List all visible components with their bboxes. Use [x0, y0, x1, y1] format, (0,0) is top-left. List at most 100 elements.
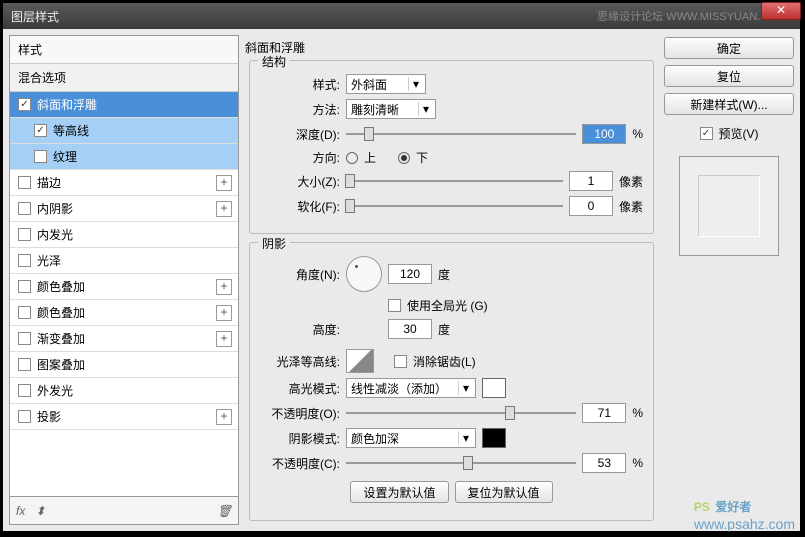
- fx-icon[interactable]: fx: [16, 504, 25, 518]
- styles-header[interactable]: 样式: [10, 36, 238, 64]
- soften-unit: 像素: [619, 198, 643, 215]
- style-label: 颜色叠加: [37, 278, 85, 295]
- depth-slider[interactable]: [346, 126, 576, 142]
- method-select[interactable]: 雕刻清晰: [346, 99, 436, 119]
- style-checkbox[interactable]: [18, 202, 31, 215]
- style-select[interactable]: 外斜面: [346, 74, 426, 94]
- direction-down-radio[interactable]: [398, 152, 410, 164]
- style-item-5[interactable]: 内发光: [10, 222, 238, 248]
- style-item-4[interactable]: 内阴影 +: [10, 196, 238, 222]
- preview-checkbox[interactable]: [700, 127, 713, 140]
- altitude-unit: 度: [438, 321, 450, 338]
- make-default-button[interactable]: 设置为默认值: [350, 481, 448, 503]
- blend-options-header[interactable]: 混合选项: [10, 64, 238, 92]
- titlebar: 图层样式 思缘设计论坛 WWW.MISSYUAN.COM ✕: [3, 3, 800, 29]
- style-item-9[interactable]: 渐变叠加+: [10, 326, 238, 352]
- arrows-icon[interactable]: ⬍: [35, 504, 45, 518]
- style-checkbox[interactable]: [18, 280, 31, 293]
- size-input[interactable]: 1: [569, 171, 613, 191]
- method-label: 方法:: [260, 101, 340, 118]
- trash-icon[interactable]: 🗑: [217, 504, 232, 518]
- soften-label: 软化(F):: [260, 198, 340, 215]
- direction-up-radio[interactable]: [346, 152, 358, 164]
- style-label: 纹理: [53, 148, 77, 165]
- antialias-checkbox[interactable]: [394, 355, 407, 368]
- style-item-12[interactable]: 投影 +: [10, 404, 238, 430]
- style-label: 内发光: [37, 226, 73, 243]
- highlight-color-swatch[interactable]: [482, 378, 506, 398]
- size-slider[interactable]: [346, 173, 563, 189]
- global-light-label: 使用全局光 (G): [407, 297, 488, 314]
- section-title: 斜面和浮雕: [245, 39, 654, 56]
- add-instance-button[interactable]: +: [216, 279, 232, 295]
- style-checkbox[interactable]: [18, 306, 31, 319]
- style-item-10[interactable]: 图案叠加: [10, 352, 238, 378]
- soften-slider[interactable]: [346, 198, 563, 214]
- add-instance-button[interactable]: +: [216, 201, 232, 217]
- global-light-checkbox[interactable]: [388, 299, 401, 312]
- cancel-button[interactable]: 复位: [664, 65, 794, 87]
- reset-default-button[interactable]: 复位为默认值: [455, 481, 553, 503]
- add-instance-button[interactable]: +: [216, 175, 232, 191]
- style-checkbox[interactable]: [18, 384, 31, 397]
- ok-button[interactable]: 确定: [664, 37, 794, 59]
- style-checkbox[interactable]: [18, 254, 31, 267]
- angle-control[interactable]: [346, 256, 382, 292]
- shadow-color-swatch[interactable]: [482, 428, 506, 448]
- add-instance-button[interactable]: +: [216, 331, 232, 347]
- style-label: 投影: [37, 408, 61, 425]
- highlight-mode-select[interactable]: 线性减淡（添加）: [346, 378, 476, 398]
- shadow-opacity-input[interactable]: 53: [582, 453, 626, 473]
- style-item-11[interactable]: 外发光: [10, 378, 238, 404]
- style-checkbox[interactable]: [18, 228, 31, 241]
- style-checkbox[interactable]: [18, 358, 31, 371]
- soften-input[interactable]: 0: [569, 196, 613, 216]
- percent-unit-2: %: [632, 456, 643, 470]
- shadow-opacity-label: 不透明度(C):: [260, 455, 340, 472]
- style-label: 斜面和浮雕: [37, 96, 97, 113]
- gloss-contour[interactable]: [346, 349, 374, 373]
- style-label: 样式:: [260, 76, 340, 93]
- altitude-input[interactable]: 30: [388, 319, 432, 339]
- size-unit: 像素: [619, 173, 643, 190]
- style-item-2[interactable]: 纹理: [10, 144, 238, 170]
- up-label: 上: [364, 149, 376, 166]
- style-checkbox[interactable]: [18, 98, 31, 111]
- add-instance-button[interactable]: +: [216, 409, 232, 425]
- close-button[interactable]: ✕: [761, 2, 801, 20]
- highlight-opacity-input[interactable]: 71: [582, 403, 626, 423]
- style-item-3[interactable]: 描边 +: [10, 170, 238, 196]
- depth-unit: %: [632, 127, 643, 141]
- styles-list: 样式 混合选项 斜面和浮雕等高线纹理描边 + 内阴影 + 内发光光泽颜色叠加 + 颜色叠加 +…: [9, 35, 239, 497]
- angle-input[interactable]: 120: [388, 264, 432, 284]
- style-label: 图案叠加: [37, 356, 85, 373]
- highlight-opacity-slider[interactable]: [346, 405, 576, 421]
- style-item-6[interactable]: 光泽: [10, 248, 238, 274]
- add-instance-button[interactable]: +: [216, 305, 232, 321]
- style-item-1[interactable]: 等高线: [10, 118, 238, 144]
- preview-label: 预览(V): [719, 125, 759, 142]
- style-checkbox[interactable]: [18, 176, 31, 189]
- depth-input[interactable]: 100: [582, 124, 626, 144]
- style-item-7[interactable]: 颜色叠加 +: [10, 274, 238, 300]
- style-item-8[interactable]: 颜色叠加 +: [10, 300, 238, 326]
- percent-unit: %: [632, 406, 643, 420]
- style-label: 等高线: [53, 122, 89, 139]
- shadow-mode-label: 阴影模式:: [260, 430, 340, 447]
- structure-fieldset: 结构 样式: 外斜面 方法: 雕刻清晰 深度(D): 100 % 方向:: [249, 60, 654, 234]
- style-label: 颜色叠加: [37, 304, 85, 321]
- antialias-label: 消除锯齿(L): [413, 353, 476, 370]
- style-label: 内阴影: [37, 200, 73, 217]
- style-label: 描边: [37, 174, 61, 191]
- structure-legend: 结构: [258, 53, 290, 70]
- style-checkbox[interactable]: [34, 150, 47, 163]
- shadow-opacity-slider[interactable]: [346, 455, 576, 471]
- window-title: 图层样式: [11, 8, 597, 25]
- style-checkbox[interactable]: [18, 410, 31, 423]
- style-checkbox[interactable]: [18, 332, 31, 345]
- size-label: 大小(Z):: [260, 173, 340, 190]
- style-checkbox[interactable]: [34, 124, 47, 137]
- style-item-0[interactable]: 斜面和浮雕: [10, 92, 238, 118]
- shadow-mode-select[interactable]: 颜色加深: [346, 428, 476, 448]
- new-style-button[interactable]: 新建样式(W)...: [664, 93, 794, 115]
